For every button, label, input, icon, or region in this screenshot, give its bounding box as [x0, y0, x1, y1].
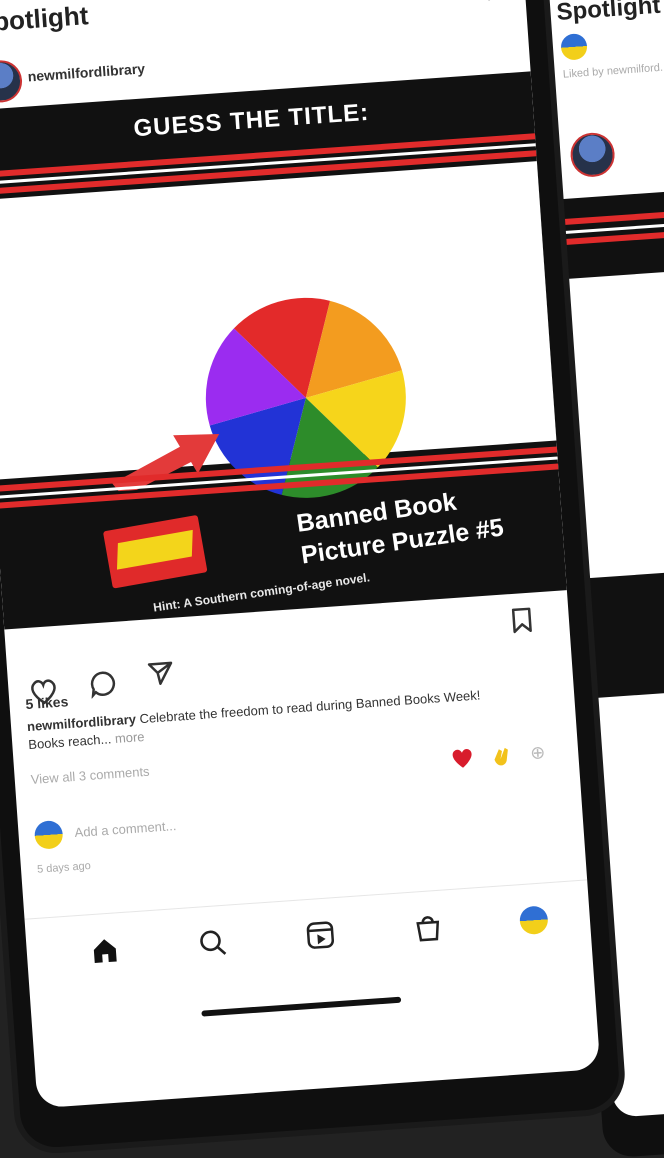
- secondary-profile-avatar: [569, 131, 617, 179]
- puzzle-title: Banned Book Picture Puzzle #5: [295, 480, 506, 572]
- post-username[interactable]: newmilfordlibrary: [27, 60, 145, 84]
- bookmark-icon[interactable]: [504, 602, 540, 638]
- home-icon[interactable]: [86, 931, 124, 969]
- main-screen: Spotlight ••• newmilfordlibrary GUESS TH…: [0, 0, 601, 1109]
- puzzle-hint: Hint: A Southern coming-of-age novel.: [152, 570, 371, 615]
- shop-icon[interactable]: [409, 908, 447, 946]
- profile-avatar[interactable]: [0, 58, 24, 104]
- secondary-avatar: [560, 32, 588, 61]
- user-avatar: [33, 819, 64, 850]
- post-image[interactable]: GUESS THE TITLE: Banned Book Picture Puz…: [0, 71, 567, 630]
- red-heart-icon[interactable]: [450, 747, 476, 777]
- main-phone: Spotlight ••• newmilfordlibrary GUESS TH…: [0, 0, 622, 1150]
- image-banner-text: GUESS THE TITLE:: [132, 98, 371, 143]
- secondary-title: Spotlight: [555, 0, 662, 26]
- add-reaction-icon[interactable]: ⊕: [529, 742, 546, 764]
- add-comment-input[interactable]: Add a comment...: [74, 818, 177, 840]
- post-timestamp: 5 days ago: [36, 860, 92, 876]
- page-title: Spotlight: [0, 0, 90, 38]
- red-stripe: [551, 199, 664, 226]
- caption-more-link[interactable]: more: [114, 729, 145, 746]
- bottom-navigation: [24, 879, 593, 990]
- view-comments-link[interactable]: View all 3 comments: [30, 764, 150, 787]
- more-dots-icon[interactable]: •••: [486, 0, 508, 6]
- comment-bubble-icon[interactable]: [85, 666, 121, 702]
- reels-icon[interactable]: [301, 916, 339, 954]
- likes-count[interactable]: 5 likes: [25, 693, 69, 712]
- profile-avatar-icon[interactable]: [515, 901, 553, 939]
- send-icon[interactable]: [143, 656, 179, 692]
- search-icon[interactable]: [193, 923, 231, 961]
- puzzle-panel: [0, 161, 557, 498]
- add-comment-row[interactable]: Add a comment...: [33, 787, 475, 858]
- home-indicator[interactable]: [201, 996, 402, 1017]
- secondary-subtext: Liked by newmilford...: [562, 61, 664, 81]
- banned-books-logo: [102, 514, 208, 589]
- clapping-hands-icon[interactable]: [490, 744, 518, 776]
